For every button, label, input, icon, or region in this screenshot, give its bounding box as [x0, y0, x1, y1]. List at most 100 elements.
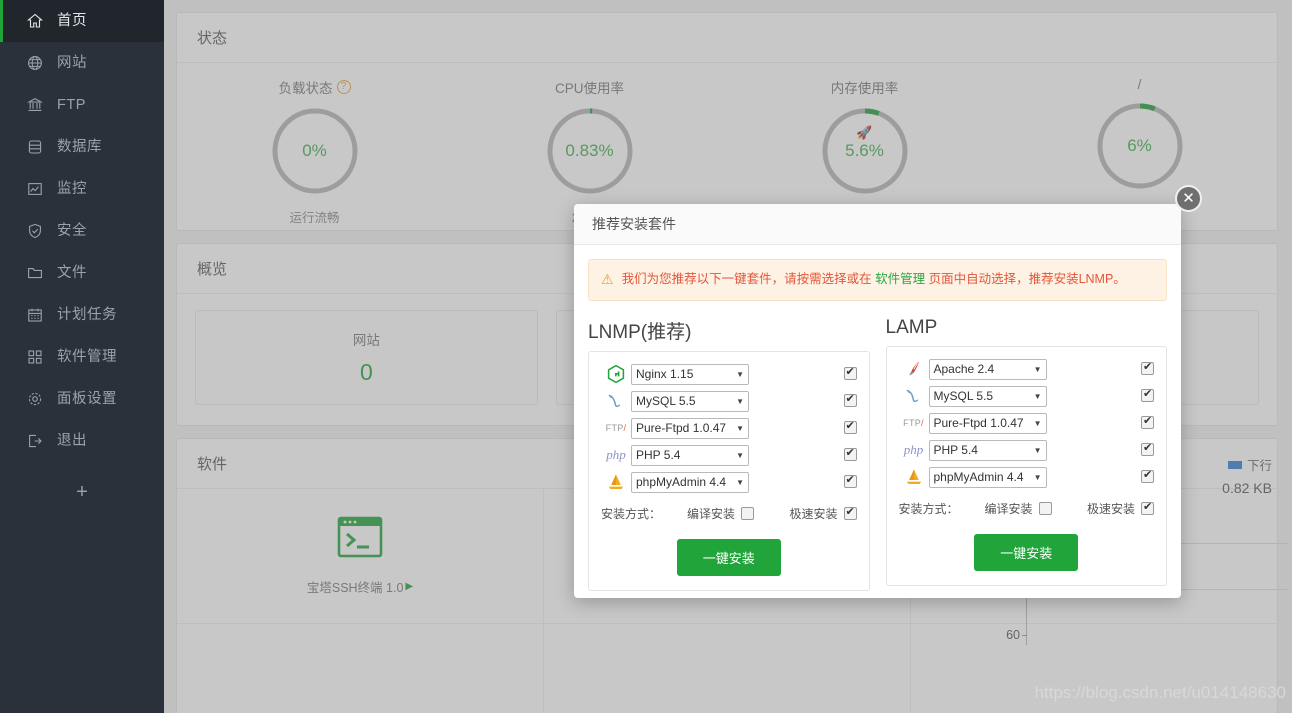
package-row: MySQL 5.5 ▼: [899, 385, 1154, 407]
legend-swatch-icon: [1227, 460, 1242, 469]
sidebar-item-8[interactable]: 计划任务: [0, 294, 164, 336]
checkbox-icon[interactable]: [1141, 441, 1154, 457]
sidebar-item-label: 监控: [57, 180, 87, 197]
checkbox-icon[interactable]: [1141, 500, 1154, 515]
warning-link-software-manage[interactable]: 软件管理: [875, 272, 925, 286]
play-icon[interactable]: ▶: [405, 581, 413, 592]
package-version-select[interactable]: Nginx 1.15 ▼: [631, 363, 749, 385]
home-icon: [24, 12, 46, 30]
sidebar-item-10[interactable]: 面板设置: [0, 378, 164, 420]
software-cell-empty[interactable]: [177, 624, 544, 713]
checkbox-icon[interactable]: [843, 473, 857, 489]
chevron-down-icon: ▼: [1033, 364, 1042, 374]
sidebar-item-11[interactable]: 退出: [0, 420, 164, 462]
package-version-select[interactable]: Pure-Ftpd 1.0.47 ▼: [928, 412, 1047, 434]
package-checkbox[interactable]: [1141, 360, 1154, 378]
sidebar-item-5[interactable]: 监控: [0, 168, 164, 210]
sidebar-item-9[interactable]: 软件管理: [0, 336, 164, 378]
checkbox-icon[interactable]: [843, 365, 857, 381]
sidebar-item-7[interactable]: 文件: [0, 252, 164, 294]
software-cell-empty[interactable]: [544, 624, 911, 713]
package-version-select[interactable]: phpMyAdmin 4.4 ▼: [631, 471, 749, 493]
gauge-title: 负载状态?: [279, 77, 351, 97]
package-checkbox[interactable]: [1141, 387, 1154, 405]
package-panel-1: LNMP(推荐) Nginx 1.15▼ MySQL 5.5▼ FTP/Pure-Ft…: [588, 317, 870, 591]
checkbox-icon[interactable]: [1038, 501, 1052, 515]
status-card: 状态 负载状态?0%运行流畅CPU使用率0.83%2 核心内存使用率🚀5.6%/…: [176, 12, 1278, 231]
grid-icon: [24, 348, 46, 366]
package-panel-2: LAMPApache 2.4▼MySQL 5.5▼FTP/Pure-Ftpd 1…: [885, 317, 1167, 591]
checkbox-icon[interactable]: [843, 419, 857, 435]
sidebar-add-button[interactable]: +: [0, 462, 164, 522]
package-checkbox[interactable]: [1141, 414, 1154, 432]
panel-box: Nginx 1.15▼ MySQL 5.5▼ FTP/Pure-Ftpd 1.0.4…: [588, 350, 870, 591]
package-checkbox[interactable]: [843, 419, 857, 437]
checkbox-icon[interactable]: [843, 446, 857, 462]
install-option-fast[interactable]: 极速安装: [1087, 500, 1154, 517]
package-panels: LNMP(推荐) Nginx 1.15▼ MySQL 5.5▼ FTP/Pure-Ft…: [588, 317, 1167, 591]
one-click-install-button[interactable]: 一键安装: [974, 533, 1079, 571]
package-row: phpMyAdmin 4.4 ▼: [899, 466, 1154, 488]
mysql-icon: [899, 386, 929, 406]
compile-label: 编译安装: [687, 506, 736, 521]
y-tick-label: 60: [1006, 628, 1020, 642]
package-checkbox[interactable]: [843, 473, 857, 491]
panel-title: LNMP(推荐): [588, 321, 692, 343]
y-tick-mark: [1022, 635, 1027, 636]
close-icon[interactable]: ✕: [1175, 185, 1202, 212]
package-row: FTP/Pure-Ftpd 1.0.47 ▼: [601, 417, 857, 439]
software-item-1[interactable]: 宝塔SSH终端 1.0 ▶: [177, 489, 544, 623]
package-version-value: Apache 2.4: [933, 362, 995, 377]
sidebar-item-label: 网站: [57, 54, 87, 71]
sidebar-item-label: 首页: [57, 12, 87, 29]
package-version-select[interactable]: MySQL 5.5 ▼: [631, 390, 749, 412]
package-version-select[interactable]: Apache 2.4 ▼: [928, 358, 1047, 380]
panel-box: Apache 2.4 ▼ MySQL 5.5▼ FTP/Pure-Ftpd 1.0.4…: [885, 345, 1167, 586]
chevron-down-icon: ▼: [1033, 472, 1042, 482]
sidebar-item-2[interactable]: 网站: [0, 42, 164, 84]
checkbox-icon[interactable]: [1141, 414, 1154, 430]
sidebar-item-label: FTP: [57, 96, 86, 113]
overview-box-1[interactable]: 网站 0: [195, 310, 538, 405]
install-method-label: 安装方式：: [601, 506, 662, 521]
package-version-value: Pure-Ftpd 1.0.47: [933, 416, 1024, 431]
install-option-compile[interactable]: 编译安装: [687, 505, 755, 522]
mysql-icon: [601, 391, 631, 411]
sidebar-item-6[interactable]: 安全: [0, 210, 164, 252]
checkbox-icon[interactable]: [1141, 387, 1154, 403]
help-icon[interactable]: ?: [336, 80, 351, 94]
package-checkbox[interactable]: [1141, 441, 1154, 459]
checkbox-icon[interactable]: [843, 392, 857, 408]
warning-text: 我们为您推荐以下一键套件，请按需选择或在 软件管理 页面中自动选择，推荐安装LN…: [622, 271, 1126, 289]
gauge-title-text: 内存使用率: [830, 81, 899, 96]
recommend-install-modal: ✕ 推荐安装套件 ⚠ 我们为您推荐以下一键套件，请按需选择或在 软件管理 页面中…: [574, 185, 1202, 598]
package-version-select[interactable]: MySQL 5.5 ▼: [928, 385, 1047, 407]
checkbox-icon[interactable]: [1141, 468, 1154, 484]
package-checkbox[interactable]: [843, 365, 857, 383]
package-row: MySQL 5.5 ▼: [601, 390, 857, 412]
checkbox-icon[interactable]: [843, 505, 857, 520]
package-row: FTP/Pure-Ftpd 1.0.47 ▼: [899, 412, 1154, 434]
package-checkbox[interactable]: [1141, 468, 1154, 486]
package-version-select[interactable]: PHP 5.4 ▼: [631, 444, 749, 466]
sidebar-item-3[interactable]: FTP: [0, 84, 164, 126]
package-checkbox[interactable]: [843, 446, 857, 464]
package-version-select[interactable]: Pure-Ftpd 1.0.47 ▼: [631, 417, 749, 439]
watermark: https://blog.csdn.net/u014148630: [1034, 683, 1286, 702]
install-option-compile[interactable]: 编译安装: [985, 500, 1052, 517]
checkbox-icon[interactable]: [1141, 360, 1154, 376]
install-method-row: 安装方式： 编译安装 极速安装: [601, 505, 857, 522]
overview-box-value: 0: [359, 359, 373, 385]
package-version-select[interactable]: PHP 5.4 ▼: [928, 439, 1047, 461]
apache-icon: [899, 359, 929, 379]
checkbox-icon[interactable]: [741, 506, 755, 520]
sidebar: 首页网站 FTP 数据库监控安全 文件 计划任务 软件管理 面板设置 退出 +: [0, 0, 164, 713]
one-click-install-button[interactable]: 一键安装: [676, 538, 781, 576]
gauge-value: 6%: [1127, 136, 1152, 155]
sidebar-item-4[interactable]: 数据库: [0, 126, 164, 168]
install-option-fast[interactable]: 极速安装: [789, 505, 857, 522]
package-version-select[interactable]: phpMyAdmin 4.4 ▼: [928, 466, 1047, 488]
package-checkbox[interactable]: [843, 392, 857, 410]
gauge-subtitle: 运行流畅: [289, 211, 340, 225]
sidebar-item-1[interactable]: 首页: [0, 0, 164, 42]
